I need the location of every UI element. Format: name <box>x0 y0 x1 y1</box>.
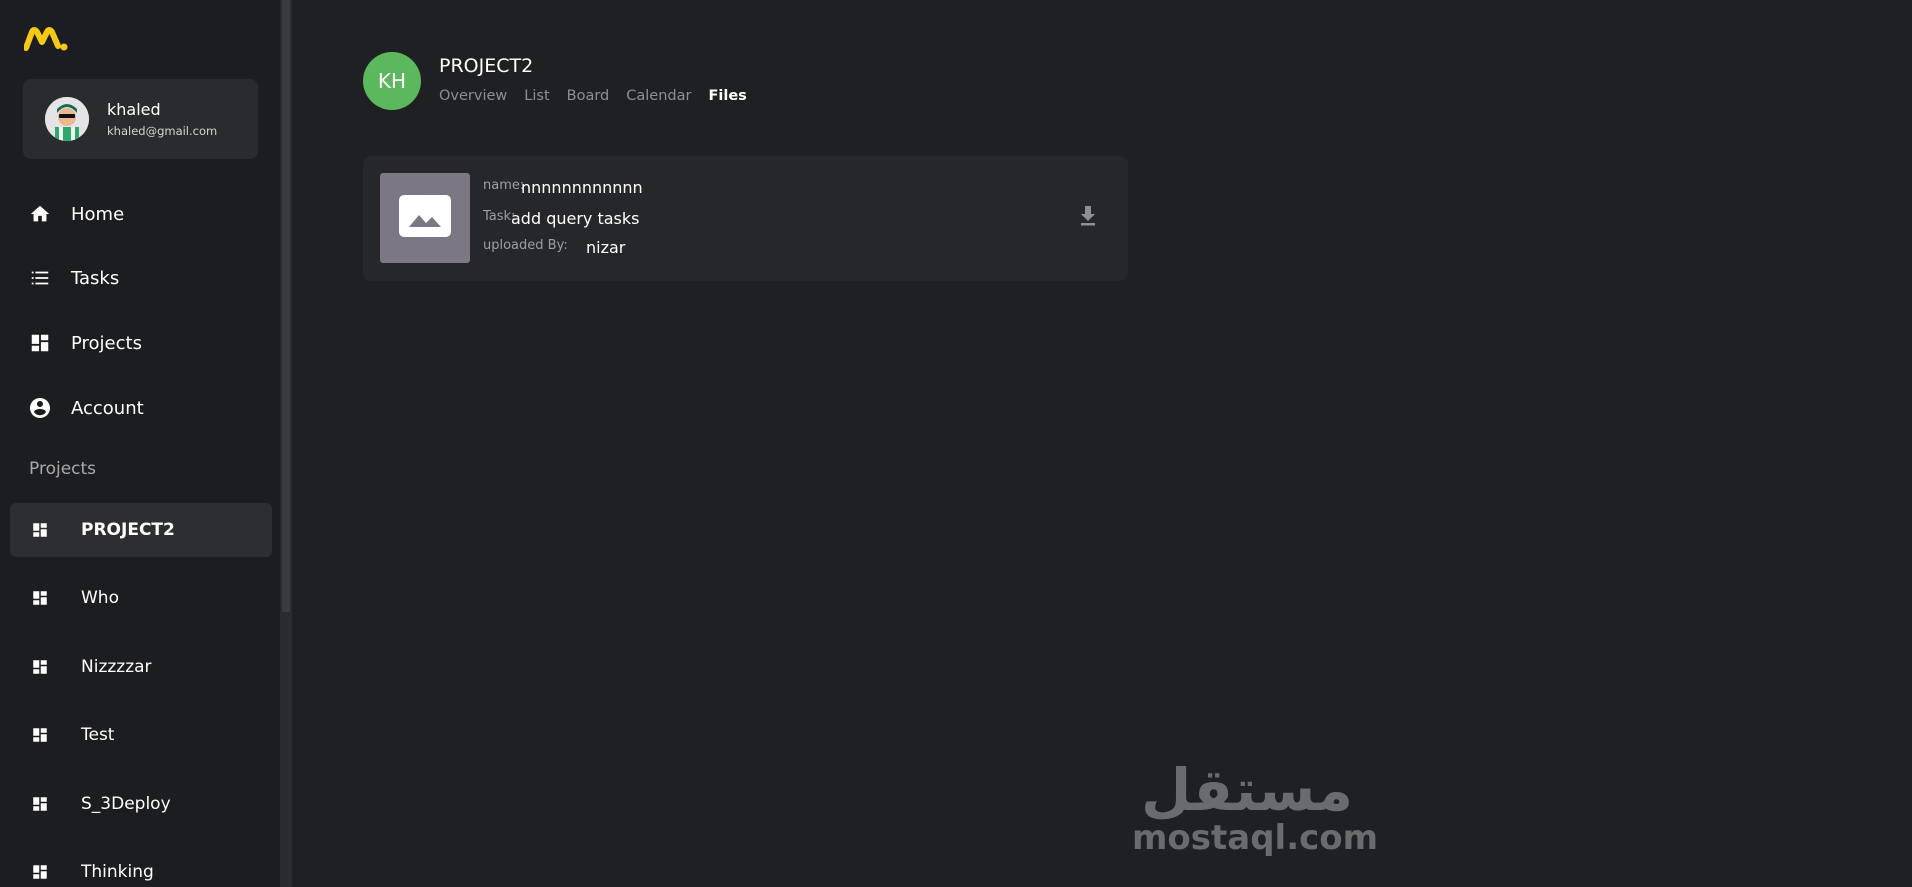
watermark: مستقل mostaql.com <box>1132 756 1379 870</box>
user-name: khaled <box>107 100 161 119</box>
dashboard-icon <box>30 794 50 814</box>
dashboard-icon <box>30 520 50 540</box>
watermark-latin: mostaql.com <box>1132 818 1379 858</box>
brand-logo-icon[interactable] <box>23 26 68 52</box>
sidebar-project-s3deploy[interactable]: S_3Deploy <box>10 777 272 831</box>
tab-calendar[interactable]: Calendar <box>626 88 691 104</box>
nav-item-label: Projects <box>71 332 142 354</box>
sidebar-project-thinking[interactable]: Thinking <box>10 845 272 887</box>
projects-section-label: Projects <box>29 459 97 479</box>
download-button[interactable] <box>1076 203 1100 231</box>
project-avatar: KH <box>363 52 421 110</box>
tab-board[interactable]: Board <box>567 88 610 104</box>
sidebar: khaled khaled@gmail.com Home Tasks Proje… <box>0 0 280 887</box>
tab-list[interactable]: List <box>524 88 549 104</box>
download-icon <box>1078 204 1098 230</box>
user-card[interactable]: khaled khaled@gmail.com <box>23 79 258 159</box>
sidebar-project-test[interactable]: Test <box>10 708 272 762</box>
tab-overview[interactable]: Overview <box>439 88 507 104</box>
page-title: PROJECT2 <box>439 55 534 77</box>
home-icon <box>28 202 52 226</box>
nav-item-label: Account <box>71 397 144 419</box>
file-task-value: add query tasks <box>511 209 640 228</box>
nav-item-account[interactable]: Account <box>28 388 144 428</box>
file-uploader-value: nizar <box>586 238 626 257</box>
nav-item-label: Tasks <box>71 267 120 289</box>
file-thumbnail[interactable] <box>380 173 470 263</box>
file-uploader-label: uploaded By: <box>483 238 568 253</box>
nav-item-label: Home <box>71 203 125 225</box>
sidebar-scrollbar[interactable] <box>280 0 292 887</box>
project-label: Who <box>81 588 119 608</box>
avatar <box>45 97 89 141</box>
sidebar-project-project2[interactable]: PROJECT2 <box>10 503 272 557</box>
nav-item-home[interactable]: Home <box>28 194 124 234</box>
account-circle-icon <box>28 396 52 420</box>
file-name-value: nnnnnnnnnnnn <box>521 178 643 197</box>
nav-item-projects[interactable]: Projects <box>28 323 142 363</box>
sidebar-project-who[interactable]: Who <box>10 571 272 625</box>
project-label: Nizzzzar <box>81 657 152 677</box>
dashboard-icon <box>30 862 50 882</box>
user-email: khaled@gmail.com <box>107 124 218 138</box>
project-label: Test <box>81 725 115 745</box>
dashboard-icon <box>30 725 50 745</box>
list-icon <box>28 266 52 290</box>
project-label: Thinking <box>81 862 154 882</box>
sidebar-project-nizzzzar[interactable]: Nizzzzar <box>10 640 272 694</box>
file-card: name: nnnnnnnnnnnn Task: add query tasks… <box>363 156 1128 281</box>
project-tabs: Overview List Board Calendar Files <box>439 88 747 104</box>
file-name-label: name: <box>483 178 525 193</box>
nav-item-tasks[interactable]: Tasks <box>28 258 119 298</box>
dashboard-icon <box>28 331 52 355</box>
image-icon <box>399 195 451 241</box>
dashboard-icon <box>30 588 50 608</box>
main-content: KH PROJECT2 Overview List Board Calendar… <box>292 0 1912 887</box>
scrollbar-thumb[interactable] <box>282 0 290 612</box>
dashboard-icon <box>30 657 50 677</box>
tab-files[interactable]: Files <box>708 88 746 104</box>
project-label: PROJECT2 <box>81 520 175 540</box>
project-label: S_3Deploy <box>81 794 171 814</box>
watermark-arabic: مستقل <box>1140 756 1354 824</box>
